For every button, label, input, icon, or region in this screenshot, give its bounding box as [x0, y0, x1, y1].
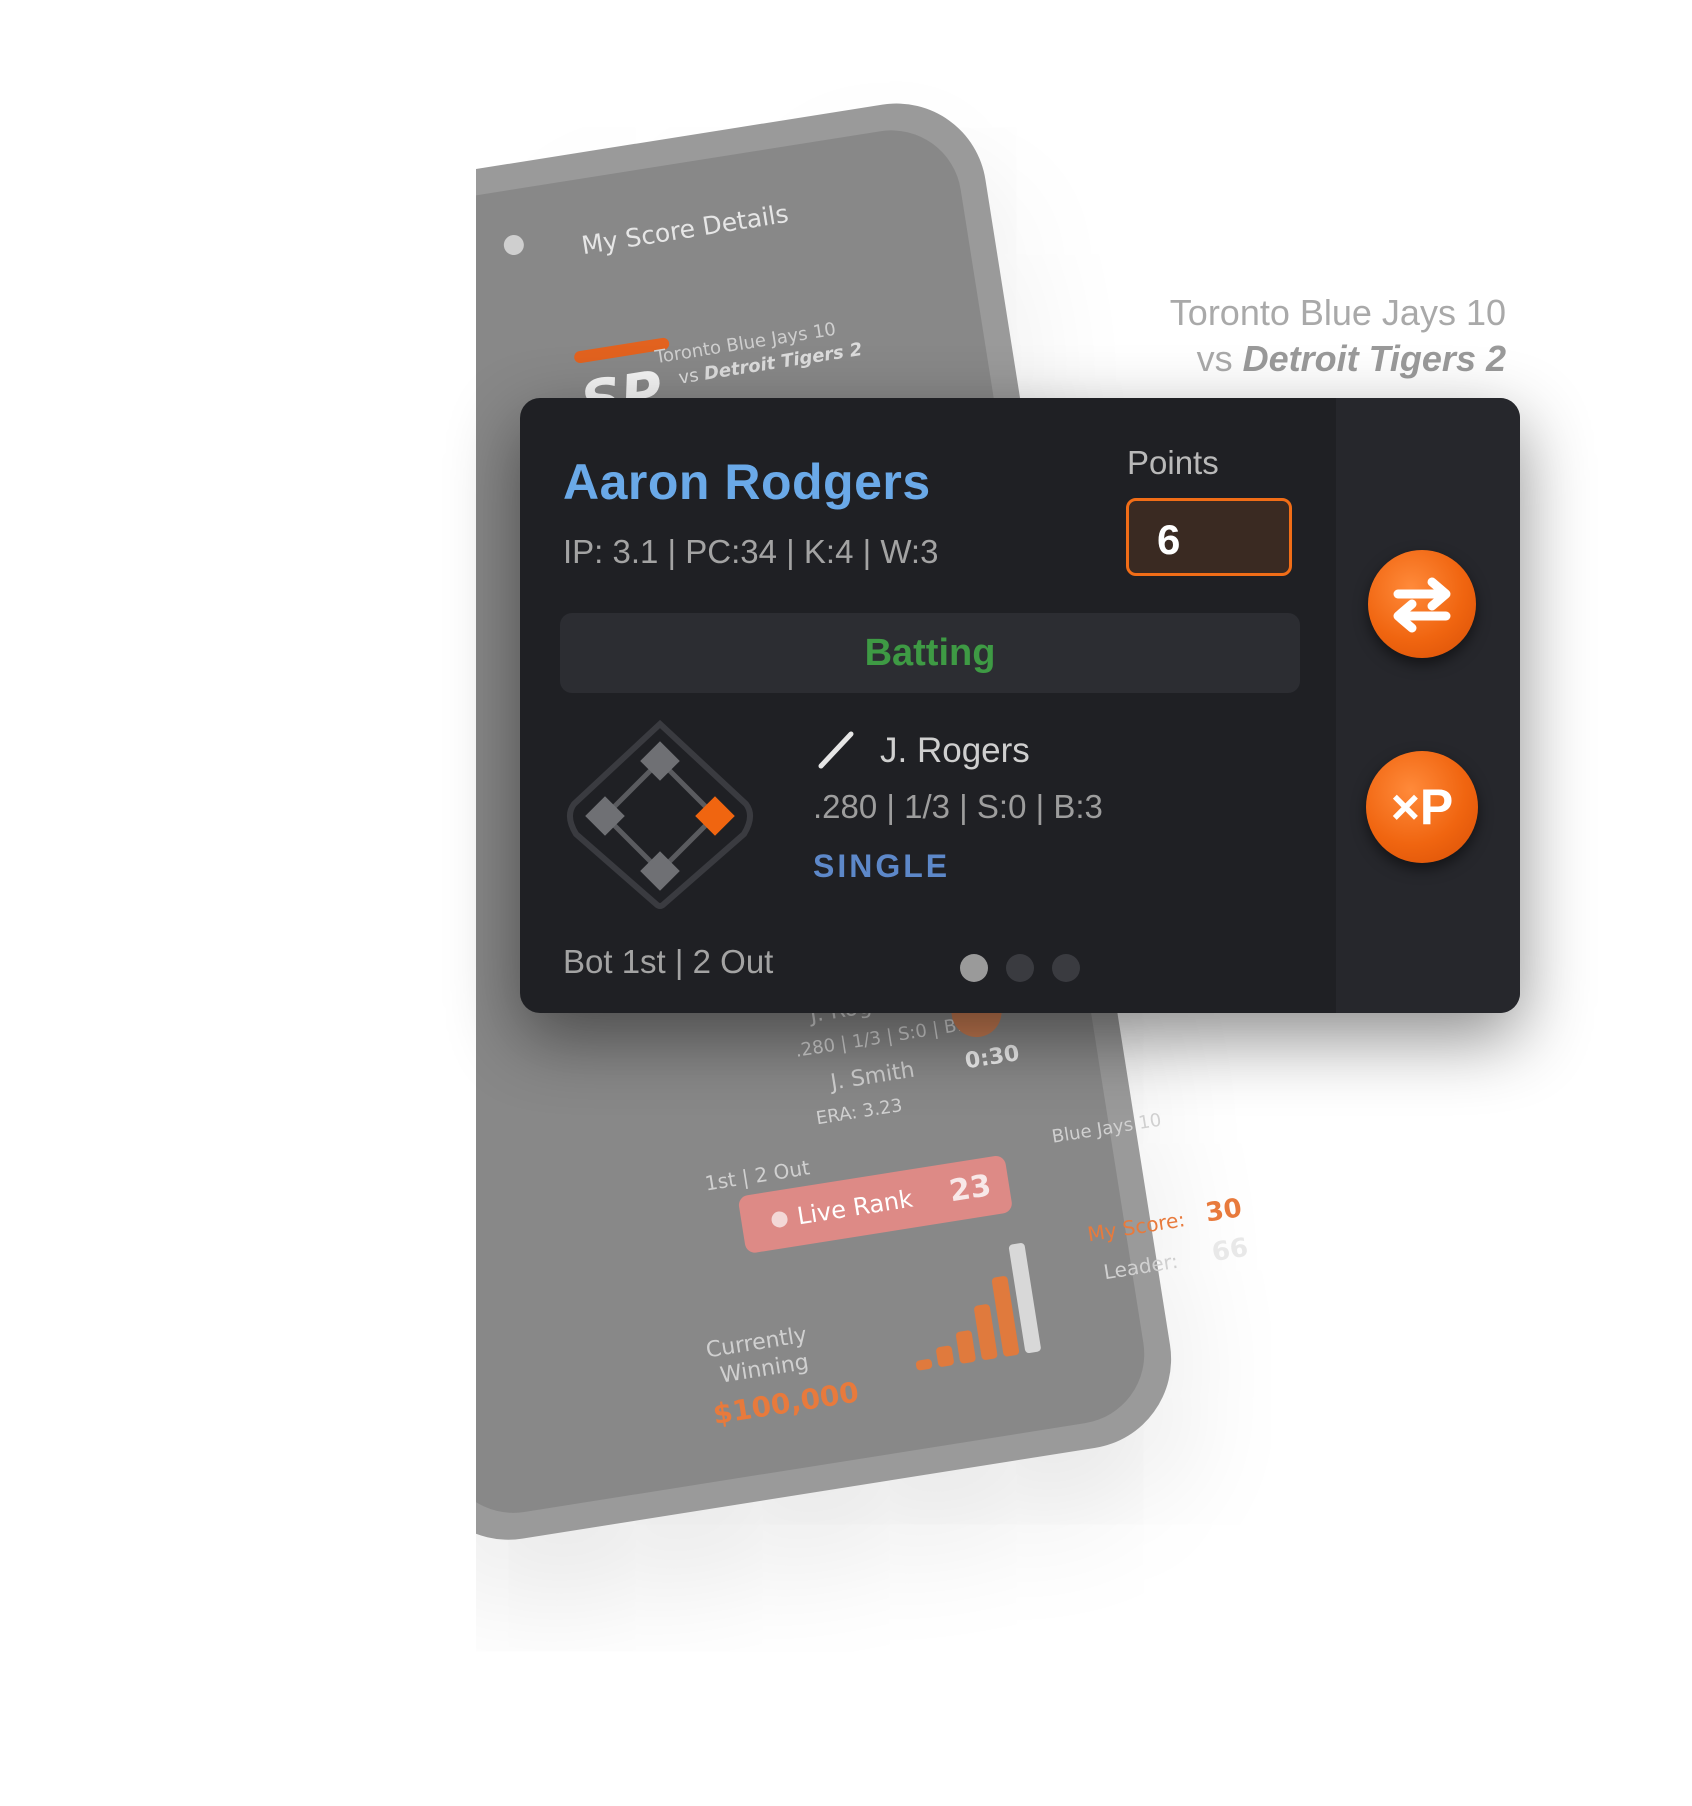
baseball-diamond-icon	[560, 716, 760, 916]
play-result: SINGLE	[813, 848, 951, 884]
player-card: Aaron Rodgers IP: 3.1 | PC:34 | K:4 | W:…	[520, 398, 1520, 1013]
status-bar: Batting	[560, 613, 1300, 693]
player-name[interactable]: Aaron Rodgers	[563, 453, 931, 511]
page-dot-1[interactable]	[960, 954, 988, 982]
card-action-column	[1336, 398, 1520, 1013]
match-header: Toronto Blue Jays 10 vs Detroit Tigers 2	[1170, 290, 1506, 382]
signal-bars-icon	[900, 1240, 1055, 1371]
page-dot-3[interactable]	[1052, 954, 1080, 982]
phone-timer: 0:30	[963, 1041, 1022, 1075]
player-stats: IP: 3.1 | PC:34 | K:4 | W:3	[563, 533, 939, 570]
live-rank-value: 23	[946, 1168, 994, 1210]
swap-player-button[interactable]	[1368, 550, 1476, 658]
batter-name: J. Rogers	[880, 731, 1030, 770]
xp-multiplier-button[interactable]: ×P	[1366, 751, 1478, 863]
phone-leader-value: 66	[1209, 1232, 1251, 1269]
phone-my-score-value: 30	[1203, 1193, 1244, 1229]
bat-icon	[815, 730, 855, 770]
phone-pitcher-stats: ERA: 3.23	[814, 1094, 904, 1130]
phone-title: My Score Details	[579, 198, 791, 261]
page-dot-2[interactable]	[1006, 954, 1034, 982]
phone-match-vs: vs	[677, 363, 706, 389]
live-dot-icon	[770, 1210, 789, 1229]
phone-pitcher: J. Smith	[828, 1057, 917, 1096]
swap-arrows-icon	[1393, 577, 1451, 633]
phone-match-teaser: Blue Jays 10	[1050, 1109, 1163, 1148]
xp-multiplier-icon: ×P	[1390, 779, 1454, 835]
match-header-line2: vs Detroit Tigers 2	[1170, 336, 1506, 382]
batter-stats: .280 | 1/3 | S:0 | B:3	[813, 788, 1103, 825]
match-header-vs: vs	[1196, 338, 1243, 379]
inning-status: Bot 1st | 2 Out	[563, 943, 774, 980]
match-header-line1: Toronto Blue Jays 10	[1169, 292, 1506, 333]
points-value: 6	[1126, 498, 1292, 576]
points-label: Points	[1127, 444, 1219, 481]
phone-my-score-label: My Score:	[1085, 1207, 1187, 1247]
match-header-team: Detroit Tigers 2	[1242, 338, 1506, 379]
page-indicator	[960, 954, 1098, 982]
phone-leader-label: Leader:	[1101, 1248, 1180, 1285]
camera-icon	[502, 233, 526, 257]
live-rank-label: Live Rank	[795, 1184, 915, 1231]
